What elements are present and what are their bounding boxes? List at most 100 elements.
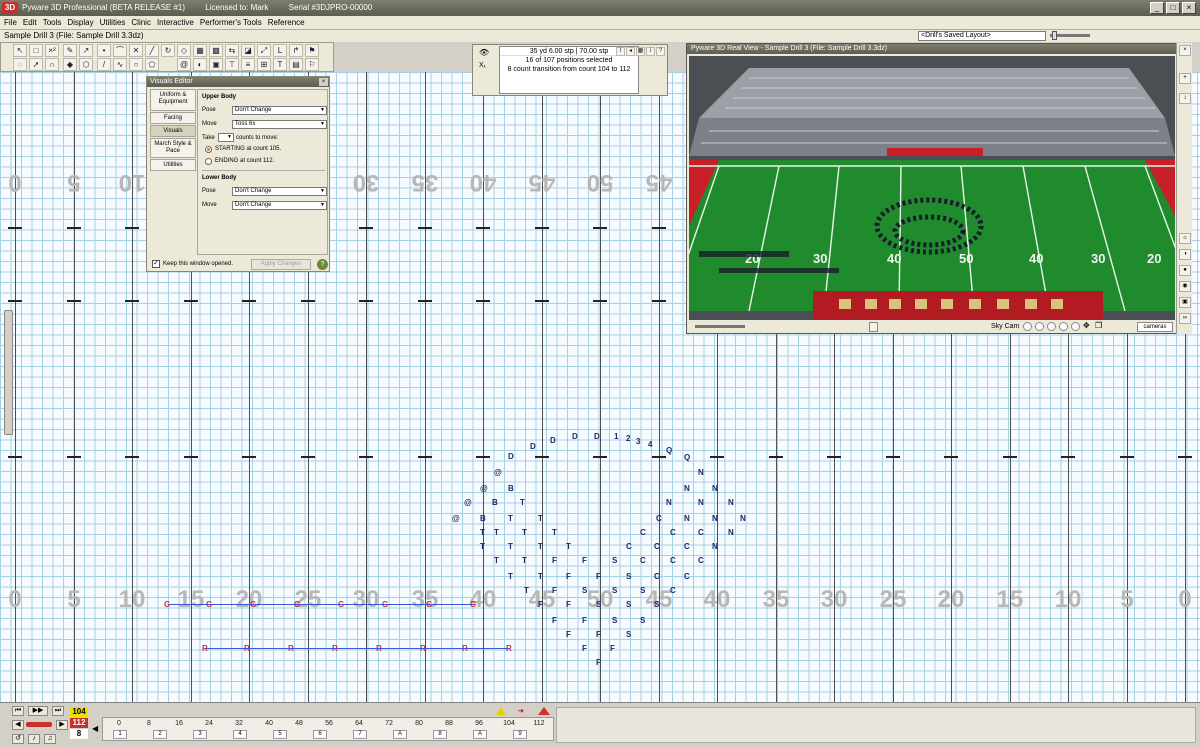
cross-icon[interactable]: ✕ [129,44,143,57]
performer-marker[interactable]: @ [452,514,460,523]
blend-icon[interactable]: ◐ [193,58,207,71]
timeline-left-arrow[interactable]: ◀ [92,717,100,741]
prev-icon[interactable]: ◂ [626,47,635,56]
performer-marker[interactable]: T [508,572,513,581]
count-ruler[interactable]: 0 8 16 24 32 40 48 56 64 72 80 88 96 104 112 1 2 3 4 5 6 7 A 8 A… [102,717,554,741]
path-icon[interactable]: ↗ [79,44,93,57]
menu-interactive[interactable]: Interactive [157,16,194,29]
performer-marker[interactable]: N [684,514,690,523]
text-l-icon[interactable]: L [273,44,287,57]
performer-marker[interactable]: F [596,658,601,667]
performer-marker[interactable]: @ [494,468,502,477]
arc-icon[interactable]: ⌒ [113,44,127,57]
loop-icon[interactable]: ↺ [12,734,24,744]
performer-marker[interactable]: N [712,484,718,493]
menu-tools[interactable]: Tools [43,16,62,29]
zoom-slider-knob[interactable] [1052,31,1057,40]
help-icon[interactable]: ? [317,259,328,270]
menu-file[interactable]: File [4,16,17,29]
pencil-icon[interactable]: ✎ [63,44,77,57]
performer-marker[interactable]: N [712,542,718,551]
performer-marker[interactable]: S [640,616,645,625]
lighting-icon[interactable]: ◑ [1179,249,1191,260]
pose-select[interactable]: Don't Change [232,106,327,115]
performer-marker[interactable]: F [552,586,557,595]
layout-select[interactable]: <Drill's Saved Layout> [918,31,1046,41]
red-flag-icon[interactable]: ⚐ [305,58,319,71]
window-icon[interactable]: ❐ [1095,322,1104,331]
page-marker[interactable]: 9 [513,730,527,739]
performer-marker[interactable]: C [684,542,690,551]
performer-marker[interactable]: N [698,498,704,507]
performer-marker[interactable]: C [654,542,660,551]
grid-icon[interactable]: ▩ [209,44,223,57]
first-page-icon[interactable]: ⏮ [12,706,24,716]
performer-marker[interactable]: C [698,528,704,537]
maximize-button[interactable]: □ [1166,2,1180,14]
link-icon[interactable]: ∞ [1179,313,1191,324]
performer-marker[interactable]: 2 [626,434,630,443]
performer-marker[interactable]: F [582,556,587,565]
slash-icon[interactable]: / [97,58,111,71]
performer-marker[interactable]: F [596,572,601,581]
menu-display[interactable]: Display [67,16,93,29]
performer-marker[interactable]: B [480,514,486,523]
pentagon-icon[interactable]: ⬠ [145,58,159,71]
start-marker-icon[interactable] [496,707,506,715]
performer-marker[interactable]: N [740,514,746,523]
shrink-icon[interactable]: ◪ [241,44,255,57]
performer-marker[interactable]: B [492,498,498,507]
speed-slider[interactable] [695,325,745,328]
page-marker[interactable]: A [473,730,487,739]
performer-marker[interactable]: F [566,572,571,581]
performer-marker[interactable]: F [582,616,587,625]
fill-icon[interactable]: ◆ [63,58,77,71]
render-icon[interactable]: ▣ [1179,297,1191,308]
tab-march-style[interactable]: March Style & Pace [150,138,196,158]
performer-marker[interactable]: D [572,432,578,441]
performer-marker[interactable]: C [654,572,660,581]
performer-marker[interactable]: Q [666,446,672,455]
performer-marker[interactable]: T [566,542,571,551]
dot-icon[interactable]: • [97,44,111,57]
menu-reference[interactable]: Reference [268,16,305,29]
performer-marker[interactable]: T [524,586,529,595]
performer-marker[interactable]: F [538,600,543,609]
performer-marker[interactable]: T [538,514,543,523]
metronome-icon[interactable]: ♪ [28,734,40,744]
page-marker[interactable]: 6 [313,730,327,739]
next-arrow-icon[interactable]: ➜ [518,707,524,715]
scrub-bar[interactable] [26,722,52,727]
page-marker[interactable]: 5 [273,730,287,739]
end-marker-icon[interactable] [538,707,550,715]
performer-marker[interactable]: 1 [614,432,618,441]
tab-utilities[interactable]: Utilities [150,159,196,171]
tab-visuals[interactable]: Visuals [150,125,196,137]
zoom-in-icon[interactable]: + [1179,73,1191,84]
menu-clinic[interactable]: Clinic [131,16,151,29]
page-marker[interactable]: 2 [153,730,167,739]
page-marker[interactable]: 7 [353,730,367,739]
select-box-icon[interactable]: □ [29,44,43,57]
performer-marker[interactable]: C [670,586,676,595]
performer-marker[interactable]: F [596,630,601,639]
performer-marker[interactable]: F [582,644,587,653]
performer-marker[interactable]: T [508,542,513,551]
camera-preset-4[interactable] [1059,322,1068,331]
performer-marker[interactable]: T [522,556,527,565]
timeline-slider-knob[interactable] [869,322,878,332]
performer-marker[interactable]: C [670,528,676,537]
page-marker[interactable]: A [393,730,407,739]
performer-marker[interactable]: D [508,452,514,461]
forward-icon[interactable]: ▶ [56,720,68,730]
apply-changes-button[interactable]: Apply Changes [251,259,311,270]
ending-radio[interactable] [205,158,212,165]
move-camera-icon[interactable]: ✥ [1083,322,1092,331]
performer-marker[interactable]: C [626,542,632,551]
performer-marker[interactable]: D [594,432,600,441]
performer-marker[interactable]: T [480,542,485,551]
close-button[interactable]: × [1182,2,1196,14]
lower-pose-select[interactable]: Don't Change [232,187,327,196]
magnet-icon[interactable]: ∩ [45,58,59,71]
camera-preset-5[interactable] [1071,322,1080,331]
